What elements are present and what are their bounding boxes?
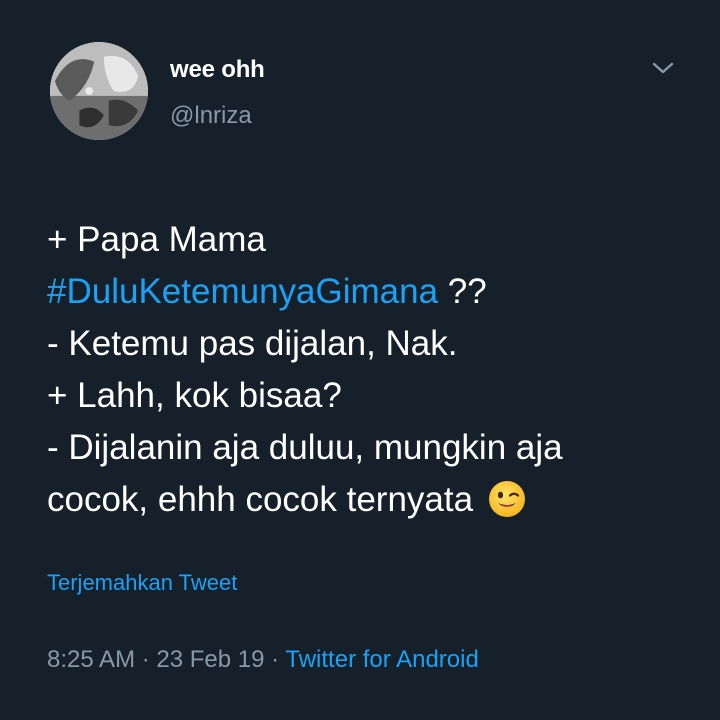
tweet-line: - Ketemu pas dijalan, Nak. [47,324,458,363]
chevron-down-icon[interactable] [650,58,676,78]
tweet-line-suffix: ?? [438,272,487,311]
tweet-line: - Dijalanin aja duluu, mungkin aja [47,428,563,467]
tweet-meta: 8:25 AM · 23 Feb 19 · Twitter for Androi… [47,646,479,674]
avatar[interactable] [50,42,148,140]
hashtag-link[interactable]: #DuluKetemunyaGimana [47,272,438,311]
tweet-source-link[interactable]: Twitter for Android [285,646,478,673]
meta-separator: · [264,646,286,673]
display-name[interactable]: wee ohh [170,56,265,84]
tweet-line: #DuluKetemunyaGimana ?? [47,266,697,318]
user-handle[interactable]: @lnriza [170,102,252,130]
translate-tweet-link[interactable]: Terjemahkan Tweet [47,570,237,596]
tweet-line: + Lahh, kok bisaa? [47,376,342,415]
tweet-line: + Papa Mama [47,220,266,259]
tweet-line: cocok, ehhh cocok ternyata [47,474,697,526]
tweet-text: + Papa Mama #DuluKetemunyaGimana ?? - Ke… [47,214,697,526]
avatar-photo [50,42,148,140]
winking-face-emoji-icon [488,481,525,517]
meta-separator: · [135,646,157,673]
tweet-date[interactable]: 23 Feb 19 [156,646,264,673]
tweet-line-text: cocok, ehhh cocok ternyata [47,480,474,519]
tweet-time: 8:25 AM [47,646,136,673]
